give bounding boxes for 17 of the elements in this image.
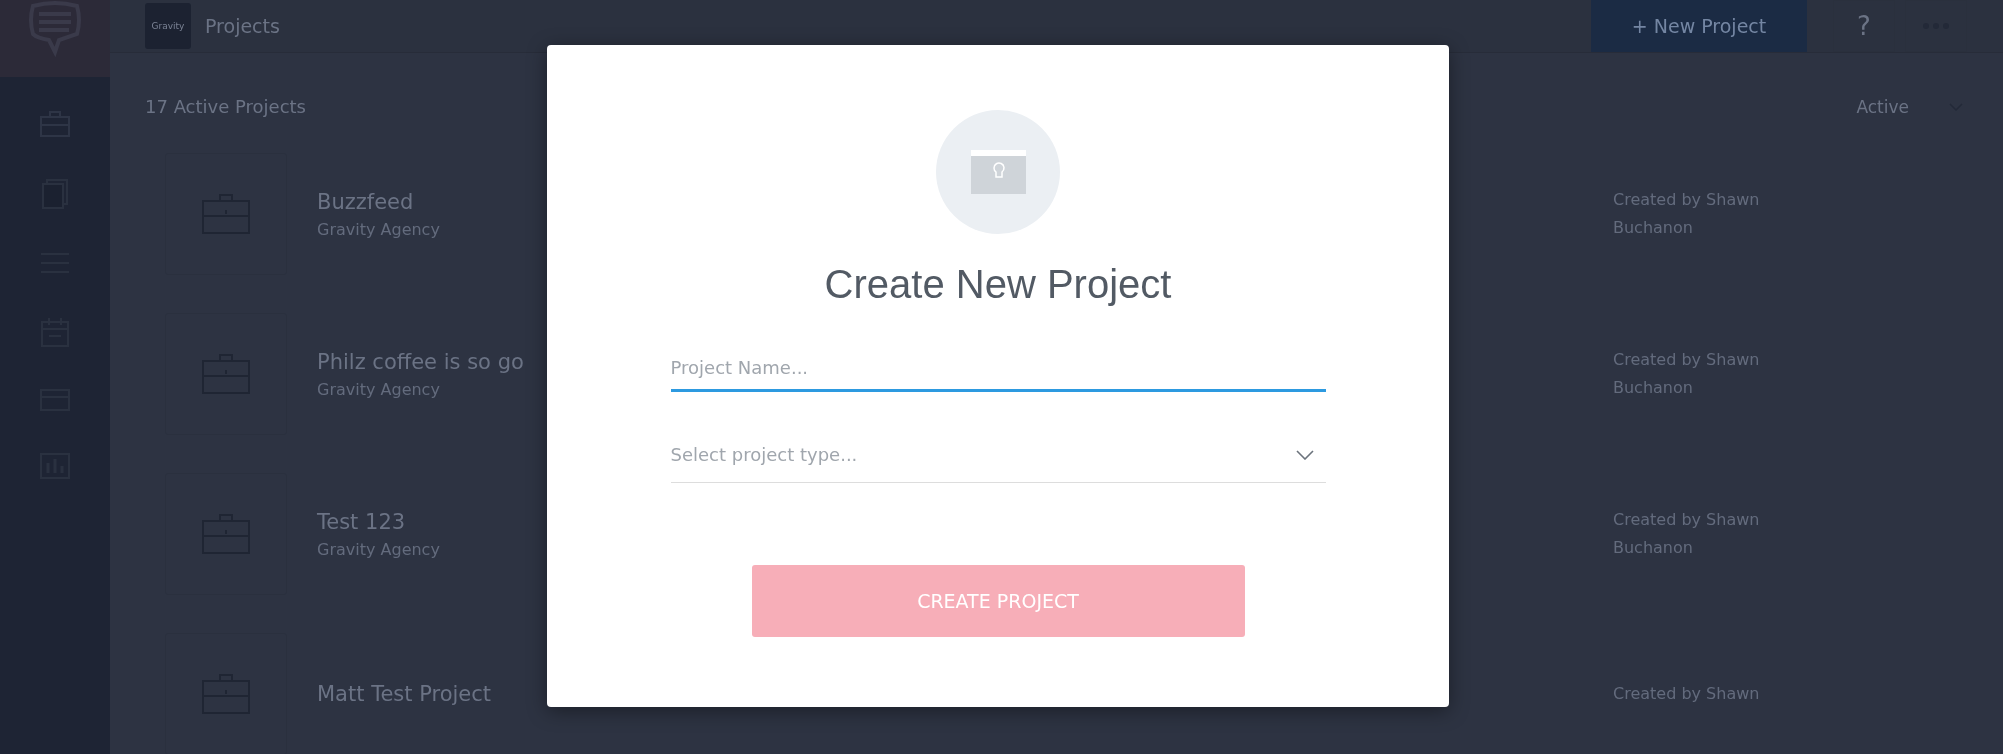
chevron-down-icon [1295, 449, 1314, 460]
project-client: Gravity Agency [317, 219, 441, 239]
project-client: Gravity Agency [317, 539, 441, 559]
select-placeholder: Select project type... [670, 444, 858, 465]
project-creator: Created by Shawn [1613, 683, 1761, 705]
company-logo: Gravity [145, 3, 191, 49]
folder-idea-icon [936, 110, 1060, 234]
dialog-title: Create New Project [824, 262, 1172, 307]
new-project-button[interactable]: + New Project [1591, 0, 1807, 52]
project-creator: Created by Shawn Buchanon [1613, 189, 1761, 239]
project-client: Gravity Agency [317, 379, 441, 399]
filter-value: Active [1856, 96, 1909, 117]
project-creator: Created by Shawn Buchanon [1613, 509, 1761, 559]
status-filter[interactable]: Active [1856, 96, 1963, 117]
project-creator: Created by Shawn Buchanon [1613, 349, 1761, 399]
project-count: 17 Active Projects [145, 96, 307, 117]
page-title: Projects [205, 15, 281, 37]
